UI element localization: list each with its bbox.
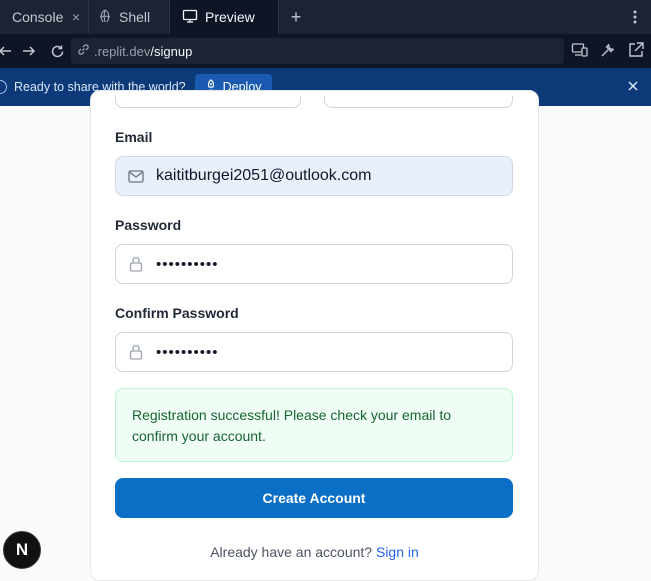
url-path: /signup: [150, 43, 193, 59]
wrench-icon[interactable]: [599, 41, 617, 64]
close-icon[interactable]: [627, 79, 639, 97]
email-label: Email: [115, 129, 153, 145]
email-field[interactable]: kaititburgei2051@outlook.com: [115, 156, 513, 196]
info-icon: [0, 80, 7, 94]
devices-icon[interactable]: [571, 41, 589, 64]
forward-arrow-icon[interactable]: [18, 40, 40, 62]
lock-icon: [116, 256, 156, 272]
add-tab-button[interactable]: +: [279, 0, 313, 34]
tab-preview-label: Preview: [205, 9, 255, 25]
first-name-field-edge[interactable]: [115, 96, 301, 108]
shell-icon: [97, 8, 113, 27]
url-field[interactable]: .replit.dev/signup: [71, 38, 564, 64]
signin-link[interactable]: Sign in: [376, 544, 419, 560]
tab-console-label: Console: [12, 9, 64, 25]
signin-prompt: Already have an account? Sign in: [0, 544, 629, 560]
nextjs-badge[interactable]: N: [3, 531, 41, 569]
tab-preview[interactable]: Preview: [170, 0, 279, 34]
tab-shell-label: Shell: [119, 9, 151, 25]
tab-console-close-icon[interactable]: ×: [72, 9, 80, 25]
workspace-tab-bar: Console × Shell Preview +: [0, 0, 651, 34]
password-label: Password: [115, 217, 182, 233]
url-domain: .replit.dev: [94, 43, 151, 59]
lock-icon: [116, 344, 156, 360]
reload-icon[interactable]: [46, 40, 68, 62]
url-tools: [571, 41, 645, 64]
confirm-password-field[interactable]: ••••••••••: [115, 332, 513, 372]
tab-console[interactable]: Console ×: [0, 0, 89, 34]
email-value: kaititburgei2051@outlook.com: [156, 167, 372, 184]
more-options-icon[interactable]: [619, 0, 651, 34]
tab-shell[interactable]: Shell: [89, 0, 170, 34]
success-alert: Registration successful! Please check yo…: [115, 388, 513, 462]
open-external-icon[interactable]: [627, 41, 645, 64]
password-field[interactable]: ••••••••••: [115, 244, 513, 284]
last-name-field-edge[interactable]: [324, 96, 513, 108]
back-arrow-icon[interactable]: [0, 40, 16, 62]
tab-bar-spacer: [313, 0, 619, 34]
link-icon: [77, 43, 90, 59]
confirm-password-label: Confirm Password: [115, 305, 239, 321]
preview-url-bar: .replit.dev/signup: [0, 34, 651, 68]
create-account-button[interactable]: Create Account: [115, 478, 513, 518]
password-value: ••••••••••: [156, 255, 219, 273]
signin-prompt-text: Already have an account?: [210, 544, 373, 560]
confirm-password-value: ••••••••••: [156, 343, 219, 361]
monitor-icon: [182, 8, 198, 27]
mail-icon: [116, 169, 156, 183]
